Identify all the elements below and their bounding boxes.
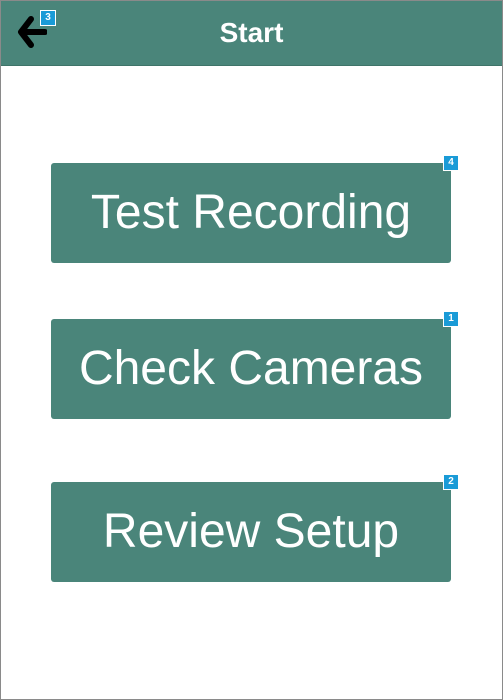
app-screen: 3 Start Test Recording 4 Check Cameras 1… xyxy=(0,0,503,700)
check-cameras-label: Check Cameras xyxy=(78,342,424,395)
check-cameras-button[interactable]: Check Cameras 1 xyxy=(51,311,459,419)
page-title: Start xyxy=(219,17,284,48)
test-recording-button[interactable]: Test Recording 4 xyxy=(51,155,459,263)
test-recording-label: Test Recording xyxy=(90,186,412,239)
check-cameras-badge: 1 xyxy=(443,311,459,327)
header-bar: 3 Start xyxy=(1,1,502,66)
review-setup-label: Review Setup xyxy=(102,505,400,558)
test-recording-badge: 4 xyxy=(443,155,459,171)
review-setup-button[interactable]: Review Setup 2 xyxy=(51,474,459,582)
review-setup-badge: 2 xyxy=(443,474,459,490)
